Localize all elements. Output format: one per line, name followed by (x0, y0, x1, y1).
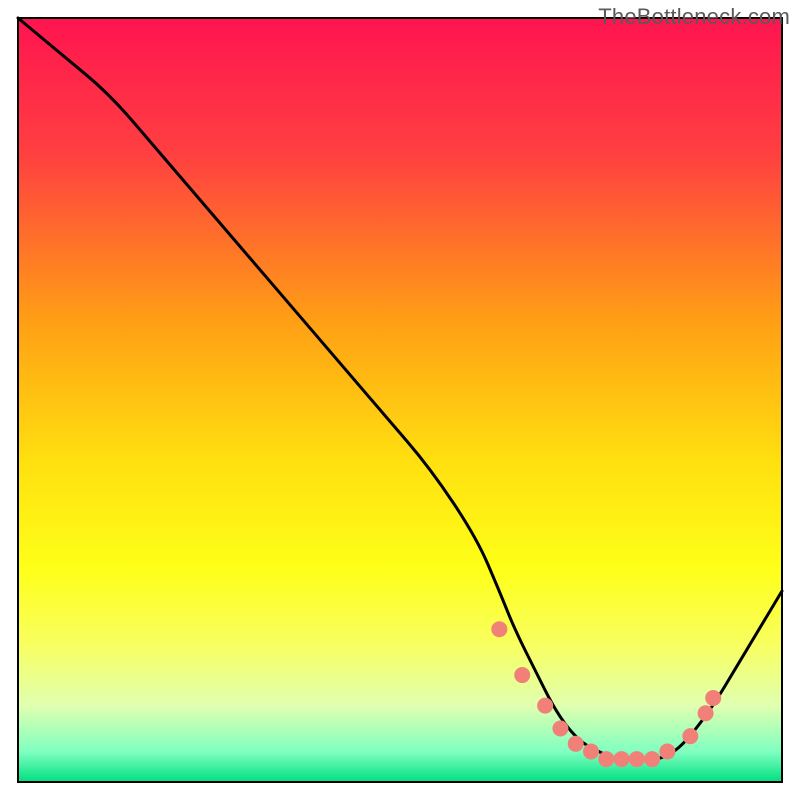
highlight-marker (583, 743, 599, 759)
highlight-marker (682, 728, 698, 744)
highlight-marker (514, 667, 530, 683)
highlight-marker (614, 751, 630, 767)
attribution-text: TheBottleneck.com (598, 4, 790, 30)
plot-background (18, 18, 782, 782)
highlight-marker (629, 751, 645, 767)
chart-container: TheBottleneck.com (0, 0, 800, 800)
highlight-marker (598, 751, 614, 767)
highlight-marker (552, 721, 568, 737)
highlight-marker (537, 698, 553, 714)
highlight-marker (491, 621, 507, 637)
bottleneck-chart (0, 0, 800, 800)
highlight-marker (698, 705, 714, 721)
highlight-marker (644, 751, 660, 767)
highlight-marker (705, 690, 721, 706)
highlight-marker (568, 736, 584, 752)
highlight-marker (659, 743, 675, 759)
